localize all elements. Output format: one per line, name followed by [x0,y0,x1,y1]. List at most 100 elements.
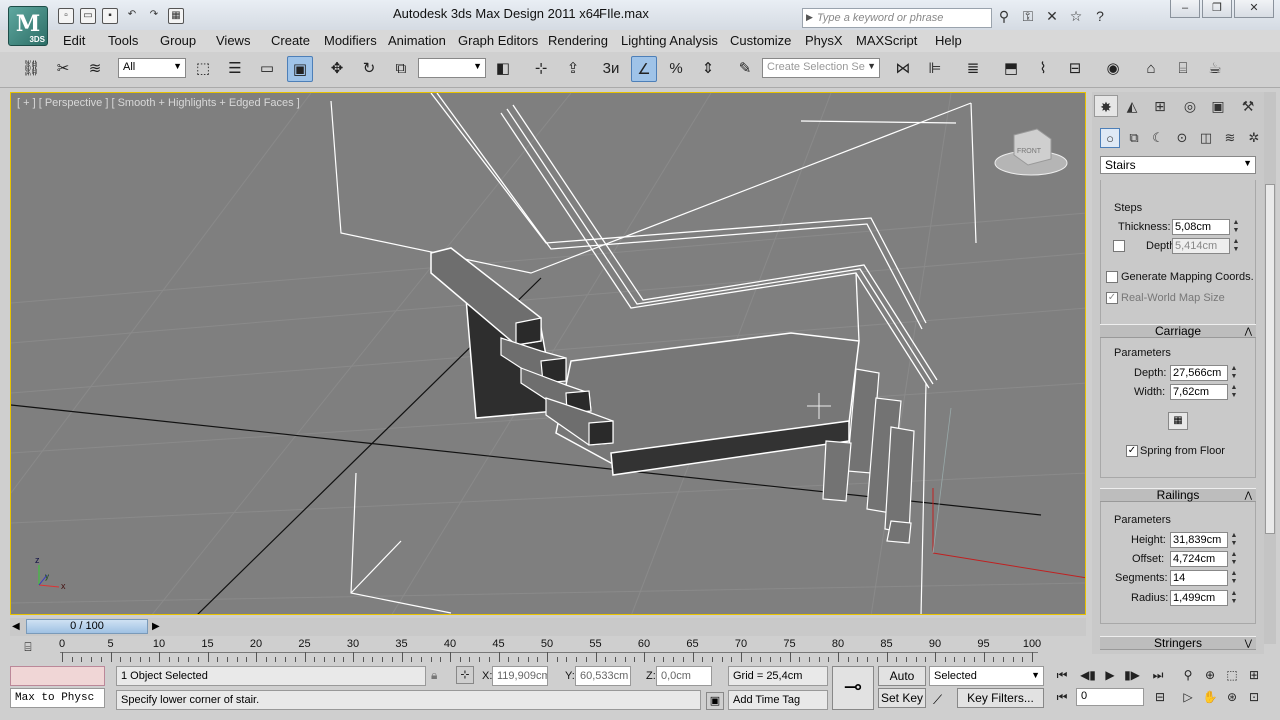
menu-animation[interactable]: Animation [388,33,446,48]
track-bar[interactable]: ⌸ 0 5 10 15 20 25 30 35 40 45 50 55 60 65 70 75 80 85 90 95… [0,638,1090,662]
menu-help[interactable]: Help [935,33,962,48]
time-configuration-icon[interactable]: ⊟ [1150,688,1170,706]
curve-editor-icon[interactable]: ⌇ [1030,56,1056,82]
systems-icon[interactable]: ✲ [1244,128,1264,148]
zoom-icon[interactable]: ⚲ [1178,666,1198,684]
maximize-viewport-icon[interactable]: ⊡ [1244,688,1264,706]
carriage-depth-spinner[interactable]: 27,566cm [1170,365,1228,381]
key-icon[interactable]: ⚿ [1020,8,1036,24]
pan-view-icon[interactable]: ✋ [1200,688,1220,706]
rendered-frame-window-icon[interactable]: ⌸ [1170,56,1196,82]
thickness-spinner[interactable]: 5,08cm [1172,219,1230,235]
auto-key-button[interactable]: Auto Key [878,666,926,701]
schematic-view-icon[interactable]: ⊟ [1062,56,1088,82]
key-mode-toggle-icon[interactable]: ⏮ [1052,688,1072,706]
object-type-dropdown[interactable]: Stairs ▼ [1100,156,1256,174]
close-icon[interactable]: ✕ [1234,0,1274,18]
stair-model[interactable] [430,93,938,544]
select-object-icon[interactable]: ⬚ [190,56,216,82]
rectangular-selection-icon[interactable]: ▭ [254,56,280,82]
spinner-arrows-icon[interactable]: ▲ ▼ [1230,365,1238,381]
menu-views[interactable]: Views [216,33,250,48]
manipulate-icon[interactable]: ⊹ [528,56,554,82]
collapse-icon[interactable]: ⋀ [1245,325,1252,338]
x-coordinate-field[interactable]: 119,909cm [492,666,548,686]
spinner-arrows-icon[interactable]: ▲ ▼ [1230,532,1238,548]
key-mode-dropdown[interactable]: Selected ▼ [929,666,1044,686]
time-slider[interactable]: 0 / 100 [26,619,148,634]
spinner-arrows-icon[interactable]: ▲ ▼ [1230,551,1238,567]
unlink-icon[interactable]: ✂ [50,56,76,82]
mini-curve-editor-icon[interactable]: ⌸ [18,640,38,656]
graphite-tools-icon[interactable]: ⬒ [998,56,1024,82]
scene-canvas[interactable]: FRONT z x y [11,93,1086,615]
collapse-icon[interactable]: ⋀ [1245,489,1252,502]
bind-space-warp-icon[interactable]: ≋ [82,56,108,82]
save-file-icon[interactable]: ▪ [102,8,118,24]
railing-offset-spinner[interactable]: 4,724cm [1170,551,1228,567]
zoom-extents-icon[interactable]: ⬚ [1222,666,1242,684]
perspective-viewport[interactable]: FRONT z x y [ + ] [ Perspective ] [ Smoo… [10,92,1086,615]
layer-manager-icon[interactable]: ≣ [960,56,986,82]
spinner-snap-icon[interactable]: ⇕ [695,56,721,82]
expand-icon[interactable]: ⋁ [1245,637,1252,650]
angle-snap-icon[interactable]: ∠ [631,56,657,82]
material-editor-icon[interactable]: ◉ [1100,56,1126,82]
menu-customize[interactable]: Customize [730,33,791,48]
carriage-pick-button[interactable]: ▦ [1168,412,1188,430]
key-filters-button[interactable]: Key Filters... [957,688,1044,708]
spinner-arrows-icon[interactable]: ▲ ▼ [1232,238,1240,254]
viewport-label[interactable]: [ + ] [ Perspective ] [ Smooth + Highlig… [17,97,300,109]
binoculars-icon[interactable]: ⚲ [996,8,1012,24]
scale-icon[interactable]: ⧉ [388,56,414,82]
menu-create[interactable]: Create [271,33,310,48]
time-slider-track[interactable]: ◀ 0 / 100 ▶ [10,618,1086,636]
move-icon[interactable]: ✥ [324,56,350,82]
absolute-mode-icon[interactable]: ⊹ [456,666,474,684]
railing-segments-spinner[interactable]: 14 [1170,570,1228,586]
maxscript-listener-output[interactable] [10,666,105,686]
field-of-view-icon[interactable]: ▷ [1178,688,1198,706]
railing-height-spinner[interactable]: 31,839cm [1170,532,1228,548]
orbit-icon[interactable]: ⊛ [1222,688,1242,706]
align-icon[interactable]: ⊫ [922,56,948,82]
zoom-all-icon[interactable]: ⊕ [1200,666,1220,684]
modify-tab-icon[interactable]: ◭ [1120,95,1144,117]
minimize-icon[interactable]: – [1170,0,1200,18]
search-expand-icon[interactable]: ▶ [806,12,813,23]
spinner-arrows-icon[interactable]: ▲ ▼ [1230,384,1238,400]
real-world-checkbox[interactable]: ✓ [1106,292,1118,304]
favorites-star-icon[interactable]: ☆ [1068,8,1084,24]
percent-snap-icon[interactable]: % [663,56,689,82]
time-tag-icon[interactable]: ▣ [706,692,724,710]
render-setup-icon[interactable]: ⌂ [1138,56,1164,82]
goto-start-icon[interactable]: ⏮ [1052,666,1072,684]
geometry-icon[interactable]: ○ [1100,128,1120,148]
current-frame-field[interactable]: 0 [1076,688,1144,706]
hierarchy-tab-icon[interactable]: ⊞ [1148,95,1172,117]
cameras-icon[interactable]: ⊙ [1172,128,1192,148]
edit-named-selection-icon[interactable]: ✎ [732,56,758,82]
undo-icon[interactable]: ↶ [124,8,140,24]
command-panel-scrollbar[interactable] [1264,92,1276,644]
menu-lighting-analysis[interactable]: Lighting Analysis [621,33,718,48]
time-slider-prev-icon[interactable]: ◀ [12,621,20,632]
maxscript-mini-listener[interactable]: Max to Physc [10,688,105,708]
shapes-icon[interactable]: ⧉ [1124,128,1144,148]
spinner-arrows-icon[interactable]: ▲ ▼ [1230,590,1238,606]
restore-icon[interactable]: ❐ [1202,0,1232,18]
next-frame-icon[interactable]: ▮▶ [1122,666,1142,684]
open-file-icon[interactable]: ▭ [80,8,96,24]
utilities-tab-icon[interactable]: ⚒ [1236,95,1260,117]
play-icon[interactable]: ▶ [1100,666,1120,684]
spring-from-floor-checkbox[interactable]: ✓ [1126,445,1138,457]
named-selection-set-dropdown[interactable]: Create Selection Se ▼ [762,58,880,78]
display-tab-icon[interactable]: ▣ [1206,95,1230,117]
project-folder-icon[interactable]: ▦ [168,8,184,24]
carriage-width-spinner[interactable]: 7,62cm [1170,384,1228,400]
mirror-icon[interactable]: ⋈ [890,56,916,82]
stringers-rollout-header[interactable]: Stringers ⋁ [1100,636,1256,650]
z-coordinate-field[interactable]: 0,0cm [656,666,712,686]
snaps-toggle-icon[interactable]: 3ᴎ [598,56,624,82]
step-depth-spinner[interactable]: 5,414cm [1172,238,1230,254]
